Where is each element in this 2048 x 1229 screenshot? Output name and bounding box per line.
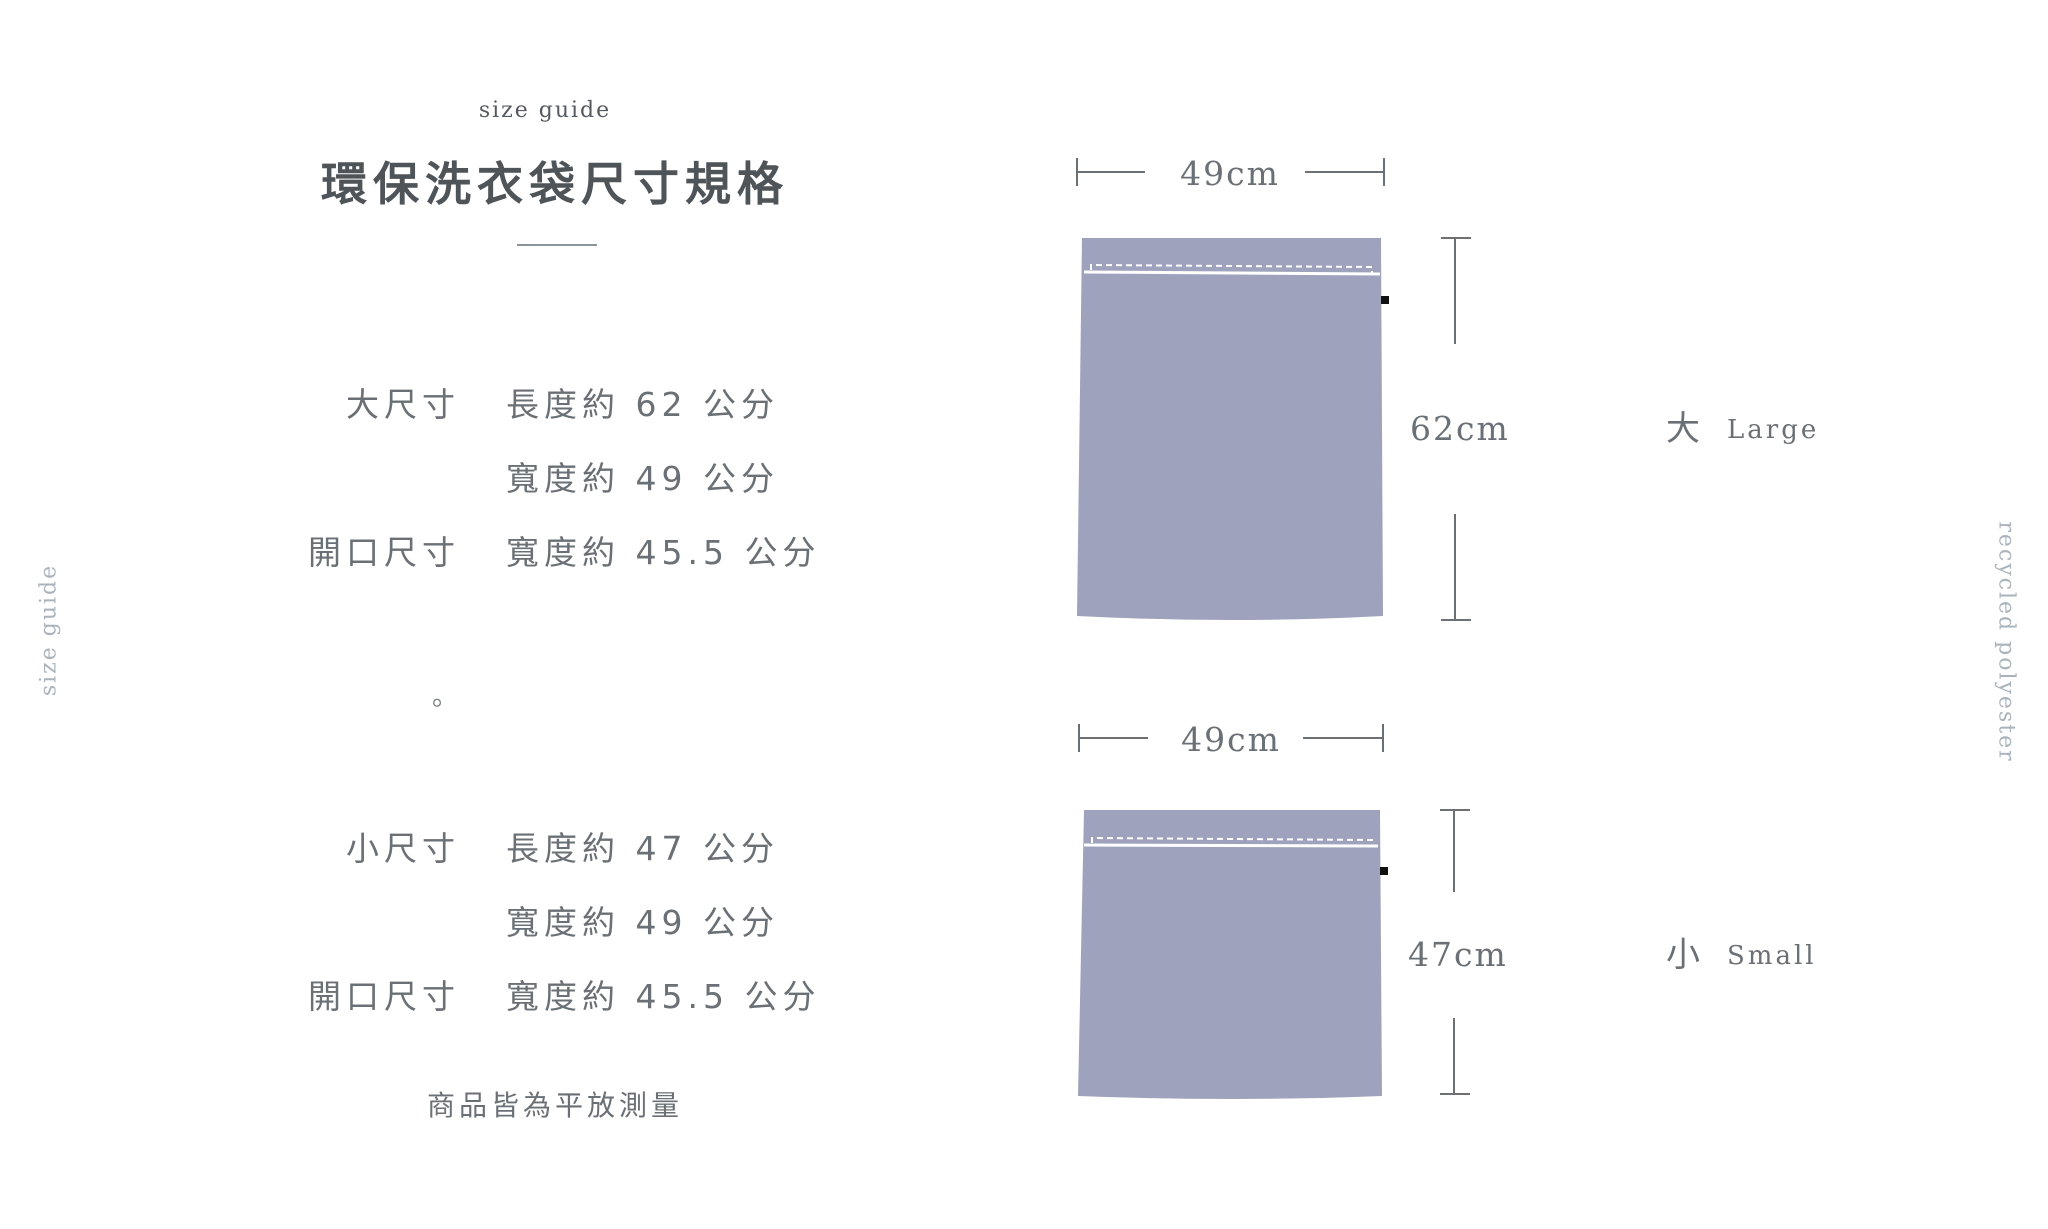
large-width-dimension: 49cm [1076, 154, 1385, 193]
large-size-en: Large [1727, 415, 1819, 445]
small-bag-drawstring-line [1083, 843, 1379, 848]
large-bag [1077, 238, 1389, 620]
small-width-dimension: 49cm [1078, 720, 1384, 759]
small-bag-label-tag [1380, 867, 1388, 875]
large-height-dimension: 62cm [1410, 237, 1510, 621]
large-height-label: 62cm [1410, 409, 1510, 448]
small-bag [1078, 810, 1388, 1099]
small-size-en: Small [1727, 941, 1817, 971]
large-width-label: 49cm [1180, 154, 1280, 193]
size-guide-page: size guide recycled polyester size guide… [0, 0, 2048, 1229]
large-bag-body [1077, 238, 1383, 620]
large-size-cn: 大 [1666, 409, 1700, 449]
small-height-dimension: 47cm [1408, 809, 1508, 1095]
small-height-label: 47cm [1408, 935, 1508, 974]
bag-size-diagram: 49cm 62cm 大 Large 49cm 47cm 小 Small [1076, 154, 1819, 1099]
large-bag-drawstring-line [1083, 270, 1381, 276]
small-width-label: 49cm [1181, 720, 1281, 759]
small-bag-body [1078, 810, 1382, 1099]
large-bag-label-tag [1381, 296, 1389, 304]
small-size-cn: 小 [1666, 935, 1700, 975]
